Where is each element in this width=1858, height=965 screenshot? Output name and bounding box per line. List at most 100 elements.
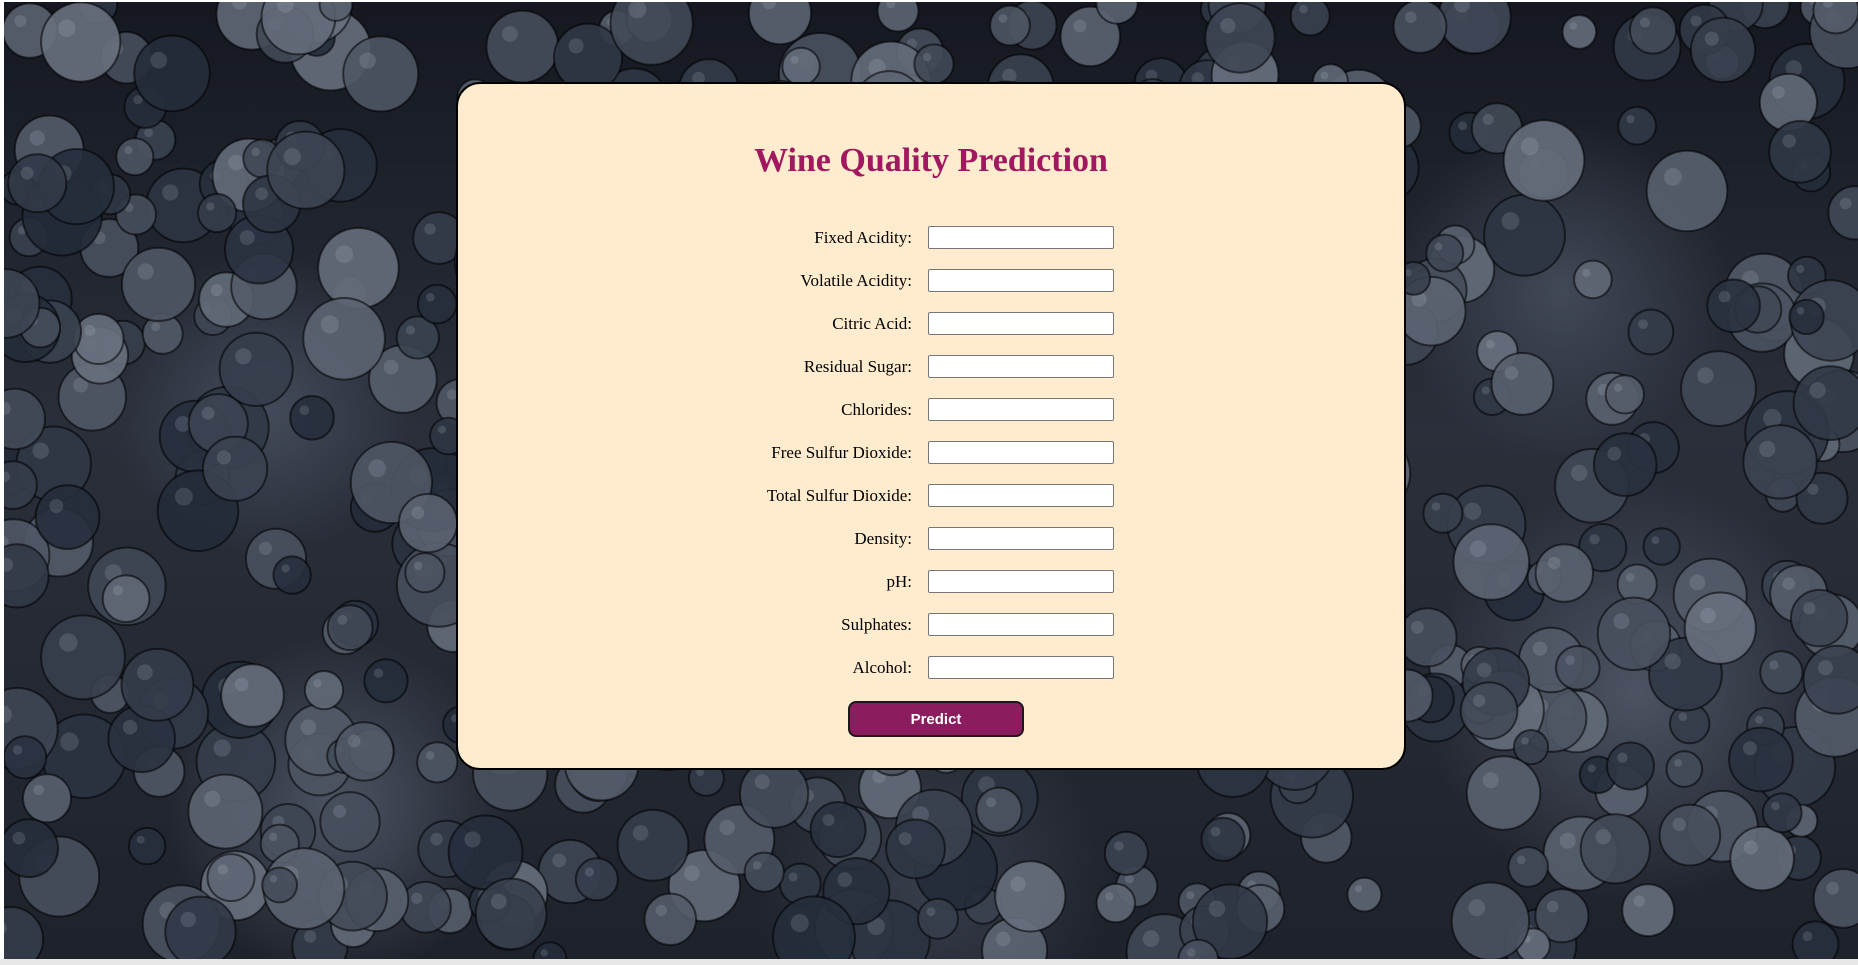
grape-highlight	[1638, 319, 1648, 330]
grape-highlight	[201, 406, 215, 420]
grape-highlight	[1582, 268, 1591, 277]
grape-highlight	[1607, 446, 1622, 461]
grape-berry	[1596, 596, 1672, 671]
grape-berry	[4, 906, 45, 960]
grape-berry	[1204, 2, 1276, 74]
grape-highlight	[1672, 817, 1687, 832]
grape-berry	[1706, 278, 1761, 334]
grape-berry	[1761, 792, 1803, 834]
grape-berry	[1689, 16, 1757, 83]
density-input[interactable]	[928, 527, 1114, 550]
field-row-chlorides: Chlorides:	[458, 398, 1404, 441]
grape-highlight	[1613, 383, 1623, 392]
grape-highlight	[1431, 502, 1441, 511]
grape-highlight	[1782, 577, 1795, 590]
grape-berry	[133, 34, 211, 113]
grape-berry	[1573, 259, 1613, 300]
grape-highlight	[137, 263, 154, 280]
grape-highlight	[20, 166, 34, 180]
volatile-acidity-input[interactable]	[928, 269, 1114, 292]
grape-highlight	[1354, 885, 1363, 893]
grape-highlight	[124, 146, 133, 155]
grape-highlight	[1104, 892, 1114, 901]
grape-berry	[1483, 193, 1566, 277]
field-row-alcohol: Alcohol:	[458, 656, 1404, 699]
grape-berry	[22, 773, 72, 824]
grape-highlight	[335, 245, 354, 264]
free-sulfur-dioxide-input[interactable]	[928, 441, 1114, 464]
grape-highlight	[753, 861, 762, 870]
total-sulfur-dioxide-input[interactable]	[928, 484, 1114, 507]
grape-berry	[1790, 588, 1849, 648]
grape-berry	[1792, 365, 1858, 441]
grape-highlight	[337, 615, 348, 625]
grape-highlight	[136, 835, 145, 844]
grape-highlight	[430, 832, 443, 846]
grape-highlight	[216, 450, 231, 465]
grape-berry	[1346, 876, 1383, 913]
grape-berry	[266, 130, 346, 210]
grape-berry	[1592, 432, 1658, 497]
grape-highlight	[1504, 366, 1519, 380]
grape-highlight	[1571, 464, 1588, 482]
grape-highlight	[502, 26, 518, 42]
grape-highlight	[837, 872, 852, 887]
grape-berry	[809, 801, 867, 859]
residual-sugar-input[interactable]	[928, 355, 1114, 378]
grape-highlight	[58, 19, 76, 37]
grape-highlight	[922, 52, 932, 62]
grape-highlight	[213, 739, 231, 757]
grape-highlight	[59, 633, 78, 652]
grape-highlight	[1299, 4, 1308, 14]
sulphates-input[interactable]	[928, 613, 1114, 636]
grape-highlight	[1210, 826, 1221, 837]
grape-berry	[1665, 750, 1704, 788]
field-row-free-sulfur-dioxide: Free Sulfur Dioxide:	[458, 441, 1404, 484]
grape-berry	[1628, 6, 1678, 55]
grape-berry	[1437, 2, 1512, 55]
field-label: pH:	[886, 572, 913, 591]
grape-highlight	[1208, 900, 1226, 917]
grape-highlight	[540, 949, 548, 957]
citric-acid-input[interactable]	[928, 312, 1114, 335]
grape-berry	[4, 818, 59, 879]
grape-berry	[1465, 755, 1542, 831]
grape-berry	[1392, 2, 1448, 54]
grape-highlight	[368, 459, 387, 478]
grape-berry	[187, 773, 264, 850]
grape-berry	[1534, 543, 1595, 603]
grape-highlight	[1796, 307, 1805, 315]
grape-highlight	[464, 831, 481, 848]
grape-berry	[1788, 298, 1825, 336]
predict-button[interactable]: Predict	[848, 701, 1024, 737]
grape-berry	[1422, 492, 1464, 534]
grape-highlight	[151, 322, 161, 332]
grape-berry	[743, 851, 785, 893]
grape-berry	[1627, 308, 1675, 356]
grape-highlight	[347, 734, 361, 748]
grape-highlight	[180, 911, 196, 928]
grape-berry	[40, 2, 122, 83]
grape-berry	[1289, 2, 1331, 37]
grape-highlight	[1818, 660, 1833, 676]
fixed-acidity-input[interactable]	[928, 226, 1114, 249]
grape-highlight	[1839, 197, 1852, 210]
grape-highlight	[258, 541, 273, 556]
alcohol-input[interactable]	[928, 656, 1114, 679]
grape-highlight	[1626, 573, 1635, 582]
ph-input[interactable]	[928, 570, 1114, 593]
grape-berry	[319, 791, 381, 853]
grape-highlight	[12, 831, 26, 845]
grape-highlight	[655, 904, 667, 916]
grape-highlight	[898, 832, 912, 846]
prediction-card: Wine Quality Prediction Fixed Acidity: V…	[456, 82, 1406, 770]
grape-berry	[303, 670, 345, 711]
grape-berry	[1200, 816, 1246, 862]
grape-berry	[1759, 650, 1804, 695]
grape-highlight	[790, 914, 809, 933]
grape-highlight	[1617, 752, 1628, 763]
grape-berry	[197, 192, 238, 234]
grape-highlight	[29, 130, 45, 146]
chlorides-input[interactable]	[928, 398, 1114, 421]
field-row-volatile-acidity: Volatile Acidity:	[458, 269, 1404, 312]
